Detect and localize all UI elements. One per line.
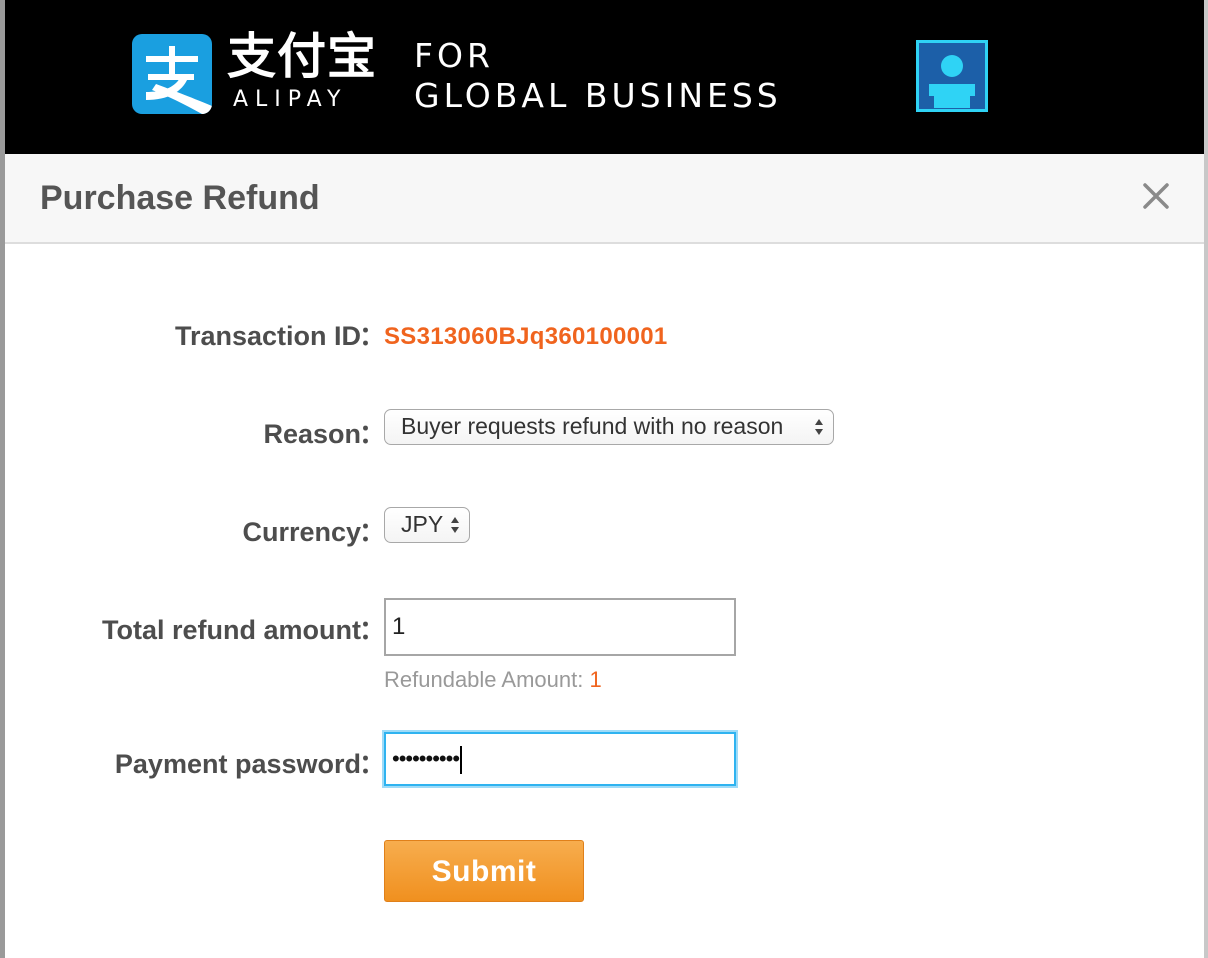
currency-label: Currency — [242, 517, 361, 547]
refundable-amount-hint: Refundable Amount: 1 — [384, 666, 602, 694]
reason-label: Reason — [263, 419, 361, 449]
tagline-line-1: FOR — [414, 36, 494, 75]
select-arrows-icon — [815, 419, 823, 435]
tagline: FOR GLOBAL BUSINESS — [414, 36, 782, 116]
refundable-amount-label: Refundable Amount: — [384, 667, 584, 692]
dialog-titlebar: Purchase Refund — [5, 154, 1204, 244]
currency-colon: ： — [359, 517, 386, 547]
logo-english-wordmark: ALIPAY — [233, 87, 348, 112]
user-account-icon[interactable] — [916, 40, 988, 112]
window-right-border — [1204, 0, 1208, 958]
submit-button[interactable]: Submit — [384, 840, 584, 902]
password-label: Payment password — [114, 749, 361, 779]
password-masked-value: •••••••••• — [392, 746, 460, 771]
transaction-id-colon: ： — [359, 321, 386, 351]
refund-amount-input[interactable]: 1 — [384, 598, 736, 656]
page-title: Purchase Refund — [40, 179, 320, 217]
tagline-line-2: GLOBAL BUSINESS — [414, 76, 782, 115]
password-colon: ： — [359, 749, 386, 779]
alipay-zhi-icon — [132, 34, 212, 114]
brand-header: 支付宝 ALIPAY FOR GLOBAL BUSINESS — [5, 0, 1204, 154]
select-arrows-icon — [451, 517, 459, 533]
amount-label: Total refund amount — [102, 615, 361, 645]
refundable-amount-value: 1 — [589, 667, 602, 692]
amount-colon: ： — [359, 615, 386, 645]
close-icon[interactable] — [1139, 179, 1173, 213]
reason-selected-value: Buyer requests refund with no reason — [401, 413, 784, 439]
transaction-id-value: SS313060BJq360100001 — [384, 323, 668, 350]
transaction-id-label: Transaction ID — [174, 321, 361, 351]
payment-password-input[interactable]: •••••••••• — [384, 732, 736, 786]
reason-colon: ： — [359, 419, 386, 449]
currency-select[interactable]: JPY — [384, 507, 470, 543]
currency-selected-value: JPY — [401, 511, 444, 537]
logo-chinese-wordmark: 支付宝 — [227, 28, 378, 85]
reason-select[interactable]: Buyer requests refund with no reason — [384, 409, 834, 445]
text-caret — [460, 746, 463, 775]
